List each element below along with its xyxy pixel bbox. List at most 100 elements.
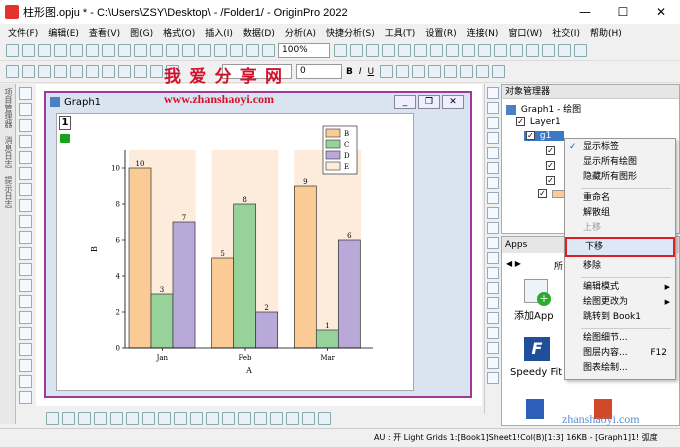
subscript-icon[interactable] xyxy=(396,65,410,78)
column-plot-icon[interactable] xyxy=(94,411,107,425)
freehand-tool-icon[interactable] xyxy=(19,343,32,356)
new-folder-icon[interactable] xyxy=(462,44,475,57)
group-checkbox[interactable]: ✓ xyxy=(526,131,535,140)
axis-icon[interactable] xyxy=(38,65,51,78)
font-size-select[interactable]: 0 xyxy=(296,64,342,79)
statistics-icon[interactable] xyxy=(238,411,251,425)
menu-format[interactable]: 格式(O) xyxy=(163,26,195,39)
ungroup-icon[interactable] xyxy=(487,147,499,159)
arrow-tool-icon[interactable] xyxy=(19,247,32,260)
graph-page[interactable]: 1 10 3 7 Jan 5 8 2 Feb 9 1 6 Mar 0 2 4 6 8 10 A B BCDE xyxy=(56,113,414,391)
layer-icon[interactable] xyxy=(54,65,67,78)
menu-help[interactable]: 帮助(H) xyxy=(590,26,622,39)
menu-window[interactable]: 窗口(W) xyxy=(508,26,542,39)
refresh-icon[interactable] xyxy=(262,44,275,57)
tree-icon[interactable] xyxy=(102,65,115,78)
menu-edit[interactable]: 编辑(E) xyxy=(48,26,79,39)
curved-arrow-icon[interactable] xyxy=(19,263,32,276)
arrow-icon[interactable] xyxy=(134,65,147,78)
data-selector-icon[interactable] xyxy=(19,199,32,212)
import-icon[interactable] xyxy=(166,44,179,57)
tree-group-selected[interactable]: ✓ g1 xyxy=(524,131,564,141)
menu-show-label[interactable]: ✓ 显示标签 xyxy=(565,140,675,155)
timestamp-icon[interactable] xyxy=(70,65,83,78)
flip-icon[interactable] xyxy=(487,192,499,204)
tree-layer[interactable]: ✓ Layer1 xyxy=(516,117,561,127)
menu-plot-details[interactable]: 绘图细节... xyxy=(565,331,675,346)
color-map-icon[interactable] xyxy=(487,357,499,369)
data-reader-icon[interactable] xyxy=(19,183,32,196)
graph-minimize-button[interactable]: _ xyxy=(394,95,416,109)
pointer-icon[interactable] xyxy=(19,87,32,100)
plot-d-checkbox[interactable]: ✓ xyxy=(546,176,555,185)
apps-icon[interactable] xyxy=(430,44,443,57)
apps-nav[interactable]: ◀ ▶ xyxy=(506,259,521,268)
new-workbook-icon[interactable] xyxy=(22,44,35,57)
menu-tools[interactable]: 工具(T) xyxy=(385,26,416,39)
menu-rename[interactable]: 重命名 xyxy=(565,191,675,206)
plot-e-checkbox[interactable]: ✓ xyxy=(538,189,547,198)
send-back-icon[interactable] xyxy=(487,102,499,114)
maximize-button[interactable]: ☐ xyxy=(604,0,642,24)
line-width-icon[interactable] xyxy=(62,411,75,425)
zoom-icon[interactable] xyxy=(19,103,32,116)
circle-tool-icon[interactable] xyxy=(19,311,32,324)
gadget-icon[interactable] xyxy=(487,282,499,294)
layer-add-icon[interactable] xyxy=(487,222,499,234)
legend-update-icon[interactable] xyxy=(487,327,499,339)
plot-setup-icon[interactable] xyxy=(487,237,499,249)
menu-graph[interactable]: 图(G) xyxy=(130,26,153,39)
layer-arrange-icon[interactable] xyxy=(487,207,499,219)
print-icon[interactable] xyxy=(230,44,243,57)
new-graph-icon[interactable] xyxy=(38,44,51,57)
pen-tool-icon[interactable] xyxy=(19,375,32,388)
plot-b-checkbox[interactable]: ✓ xyxy=(546,146,555,155)
graph-window[interactable]: Graph1 _ ❐ ✕ www.zhanshaoyi.com 1 10 3 7 Ja… xyxy=(44,91,472,398)
add-layer-icon[interactable] xyxy=(494,44,507,57)
line-style-icon[interactable] xyxy=(46,411,59,425)
graph-close-button[interactable]: ✕ xyxy=(442,95,464,109)
area-plot-icon[interactable] xyxy=(110,411,123,425)
align-center-icon[interactable] xyxy=(444,65,458,78)
ternary-icon[interactable] xyxy=(302,411,315,425)
menu-file[interactable]: 文件(F) xyxy=(8,26,38,39)
batch-icon[interactable] xyxy=(214,44,227,57)
speedy-fit-label[interactable]: Speedy Fit xyxy=(510,367,562,378)
menu-edit-mode[interactable]: 编辑模式 ▶ xyxy=(565,280,675,295)
rectangle-tool-icon[interactable] xyxy=(19,295,32,308)
menu-goto-book[interactable]: 跳转到 Book1 xyxy=(565,310,675,325)
align-left-icon[interactable] xyxy=(428,65,442,78)
waterfall-icon[interactable] xyxy=(270,411,283,425)
bar-plot-icon[interactable] xyxy=(78,411,91,425)
line-plot-icon[interactable] xyxy=(158,411,171,425)
copy-format-icon[interactable] xyxy=(246,44,259,57)
code-builder-icon[interactable] xyxy=(366,44,379,57)
contour-icon[interactable] xyxy=(206,411,219,425)
add-app-label[interactable]: 添加App xyxy=(514,307,554,322)
menu-chart-draw[interactable]: 图表绘制... xyxy=(565,361,675,376)
template-icon[interactable] xyxy=(487,252,499,264)
minimize-button[interactable]: — xyxy=(566,0,604,24)
new-matrix-icon[interactable] xyxy=(54,44,67,57)
export-icon[interactable] xyxy=(542,44,555,57)
object-manager-icon[interactable] xyxy=(414,44,427,57)
color-scale-icon[interactable] xyxy=(86,65,99,78)
menu-change-plot[interactable]: 绘图更改为 ▶ xyxy=(565,295,675,310)
tab-message-log[interactable]: 消息日志 xyxy=(3,136,14,168)
table-icon[interactable] xyxy=(118,65,131,78)
script-window-icon[interactable] xyxy=(334,44,347,57)
text-tool-icon[interactable] xyxy=(19,231,32,244)
recalculate-icon[interactable] xyxy=(198,44,211,57)
plot-c-checkbox[interactable]: ✓ xyxy=(546,161,555,170)
menu-move-down[interactable]: 下移 xyxy=(565,237,675,257)
save-icon[interactable] xyxy=(134,44,147,57)
menu-settings[interactable]: 设置(R) xyxy=(425,26,456,39)
rescale-axes-icon[interactable] xyxy=(22,65,35,78)
template-library-icon[interactable] xyxy=(254,411,267,425)
scale-in-icon[interactable] xyxy=(19,135,32,148)
bring-front-icon[interactable] xyxy=(487,87,499,99)
speedy-fit-icon[interactable]: F xyxy=(524,337,550,361)
fill-color-icon[interactable] xyxy=(492,65,506,78)
tree-plot-c[interactable]: ✓ xyxy=(546,161,557,171)
import-ascii-icon[interactable] xyxy=(182,44,195,57)
